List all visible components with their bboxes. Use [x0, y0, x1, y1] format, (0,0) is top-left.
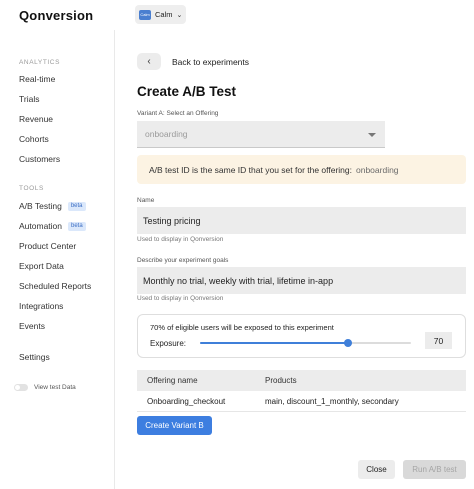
name-helper-text: Used to display in Qonversion: [137, 236, 224, 243]
info-text: A/B test ID is the same ID that you set …: [149, 164, 352, 175]
view-test-data-label: View test Data: [34, 384, 76, 391]
main-content: ‹ Back to experiments Create A/B Test Va…: [115, 30, 474, 489]
goals-helper-text: Used to display in Qonversion: [137, 295, 224, 302]
exposure-label: Exposure:: [150, 339, 187, 348]
sidebar: ANALYTICS Real-time Trials Revenue Cohor…: [0, 30, 115, 489]
exposure-value-input[interactable]: 70: [425, 332, 452, 349]
sidebar-item-label: Export Data: [19, 261, 64, 271]
sidebar-item-trials[interactable]: Trials: [19, 94, 39, 104]
create-variant-b-button[interactable]: Create Variant B: [137, 416, 212, 435]
column-header-products: Products: [265, 376, 297, 385]
sidebar-item-ab-testing[interactable]: A/B Testing beta: [19, 201, 86, 211]
sidebar-item-label: Product Center: [19, 241, 77, 251]
beta-badge: beta: [67, 201, 86, 211]
close-button[interactable]: Close: [358, 460, 395, 479]
sidebar-item-real-time[interactable]: Real-time: [19, 74, 55, 84]
chevron-down-icon: ⌄: [176, 11, 183, 19]
info-banner: A/B test ID is the same ID that you set …: [137, 155, 466, 184]
top-bar: Qonversion Calm Calm ⌄: [0, 0, 474, 30]
beta-badge: beta: [68, 221, 86, 231]
column-header-offering-name: Offering name: [147, 376, 198, 385]
app-icon: Calm: [139, 9, 151, 20]
variant-a-label: Variant A: Select an Offering: [137, 110, 219, 117]
goals-input-value: Monthly no trial, weekly with trial, lif…: [143, 275, 334, 286]
sidebar-item-label: Customers: [19, 154, 61, 164]
sidebar-item-events[interactable]: Events: [19, 321, 45, 331]
chevron-left-icon: ‹: [147, 56, 151, 67]
sidebar-item-label: Integrations: [19, 301, 64, 311]
sidebar-item-automation[interactable]: Automation beta: [19, 221, 86, 231]
sidebar-item-label: Trials: [19, 94, 40, 104]
offering-table: Offering name Products Onboarding_checko…: [137, 370, 466, 412]
goals-input[interactable]: Monthly no trial, weekly with trial, lif…: [137, 267, 466, 294]
sidebar-item-label: A/B Testing: [19, 201, 62, 211]
goals-label: Describe your experiment goals: [137, 257, 229, 264]
exposure-value: 70: [433, 335, 444, 346]
sidebar-item-label: Cohorts: [19, 134, 49, 144]
sidebar-item-label: Automation: [19, 221, 62, 231]
view-test-data-row: View test Data: [14, 384, 76, 391]
sidebar-item-label: Real-time: [19, 74, 56, 84]
back-button[interactable]: ‹: [137, 53, 161, 70]
table-row: Onboarding_checkout main, discount_1_mon…: [137, 391, 466, 412]
name-input-value: Testing pricing: [143, 215, 201, 226]
name-input[interactable]: Testing pricing: [137, 207, 466, 234]
sidebar-item-label: Events: [19, 321, 45, 331]
sidebar-heading-tools: TOOLS: [19, 185, 44, 192]
offering-name-cell: Onboarding_checkout: [147, 396, 226, 406]
name-label: Name: [137, 197, 155, 204]
sidebar-item-scheduled-reports[interactable]: Scheduled Reports: [19, 281, 91, 291]
sidebar-item-label: Settings: [19, 352, 50, 362]
sidebar-item-settings[interactable]: Settings: [19, 352, 50, 362]
sidebar-item-customers[interactable]: Customers: [19, 154, 60, 164]
caret-down-icon: [368, 133, 376, 137]
run-ab-test-button[interactable]: Run A/B test: [403, 460, 466, 479]
app-switcher[interactable]: Calm Calm ⌄: [135, 5, 186, 24]
exposure-slider[interactable]: [200, 339, 411, 347]
back-to-experiments-link[interactable]: Back to experiments: [172, 57, 249, 67]
exposure-description: 70% of eligible users will be exposed to…: [150, 323, 334, 332]
sidebar-item-integrations[interactable]: Integrations: [19, 301, 63, 311]
sidebar-item-cohorts[interactable]: Cohorts: [19, 134, 49, 144]
sidebar-heading-analytics: ANALYTICS: [19, 59, 61, 66]
offering-select[interactable]: onboarding: [137, 121, 385, 148]
exposure-card: 70% of eligible users will be exposed to…: [137, 314, 466, 358]
sidebar-item-product-center[interactable]: Product Center: [19, 241, 76, 251]
exposure-slider-thumb[interactable]: [343, 339, 352, 347]
app-logo: Qonversion: [19, 8, 94, 23]
info-offering-id: onboarding: [356, 164, 399, 175]
sidebar-item-label: Revenue: [19, 114, 54, 124]
sidebar-item-export-data[interactable]: Export Data: [19, 261, 64, 271]
view-test-data-toggle[interactable]: [14, 384, 28, 391]
exposure-slider-fill: [200, 342, 348, 344]
sidebar-item-label: Scheduled Reports: [19, 281, 92, 291]
table-header: Offering name Products: [137, 370, 466, 391]
offering-select-value: onboarding: [145, 129, 188, 139]
products-cell: main, discount_1_monthly, secondary: [265, 396, 399, 406]
sidebar-item-revenue[interactable]: Revenue: [19, 114, 53, 124]
page-title: Create A/B Test: [137, 84, 237, 99]
app-name: Calm: [155, 10, 173, 19]
